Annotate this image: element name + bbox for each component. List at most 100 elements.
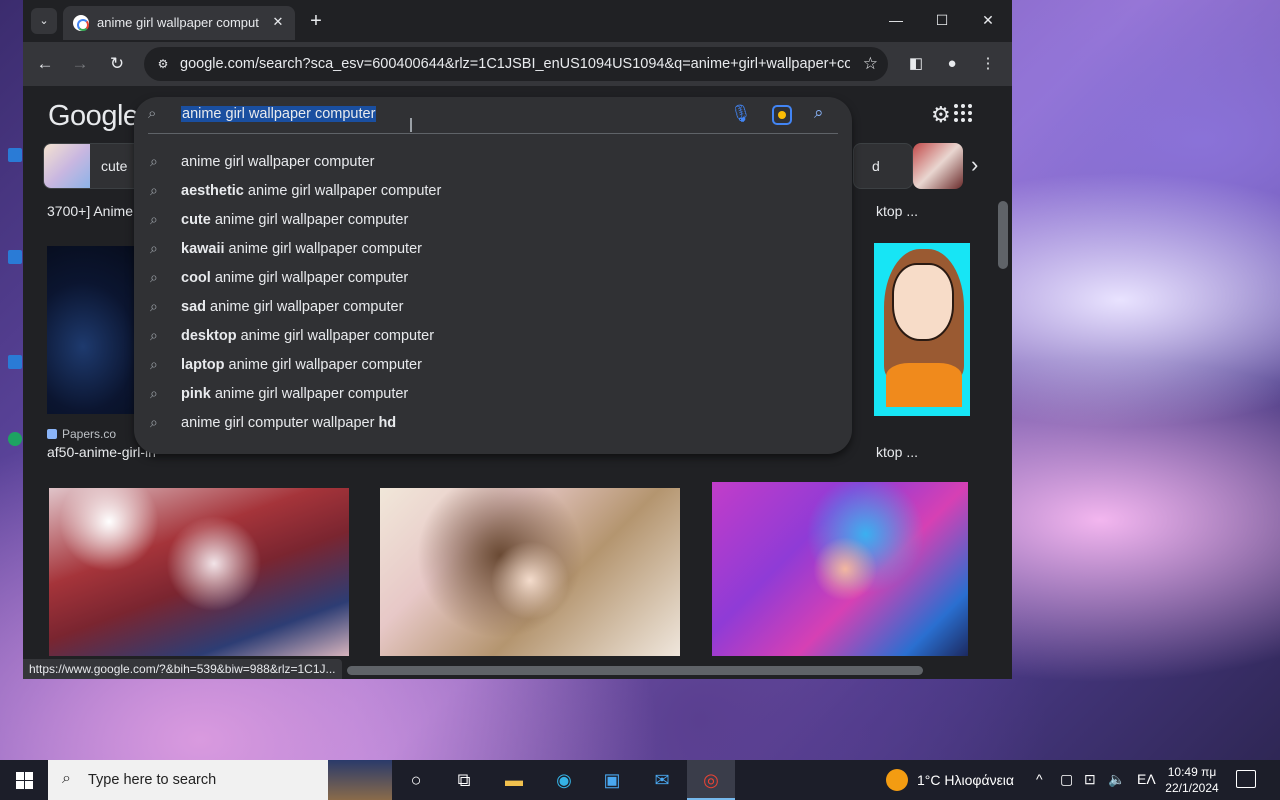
filter-chip-image[interactable] [913,143,963,189]
suggestion-text: pink anime girl wallpaper computer [181,386,409,402]
forward-button[interactable]: → [68,52,92,76]
side-panel-icon[interactable]: ◧ [904,52,928,76]
search-icon: ⌕ [150,153,158,169]
result-image[interactable] [380,488,680,656]
suggestion-item[interactable]: ⌕ pink anime girl wallpaper computer [134,380,852,409]
suggestion-text: anime girl wallpaper computer [181,154,375,170]
suggestion-text: kawaii anime girl wallpaper computer [181,241,422,257]
google-lens-icon[interactable] [772,105,792,125]
bookmark-star-icon[interactable]: ☆ [863,54,878,74]
google-logo[interactable]: Google [48,100,139,133]
site-info-icon[interactable]: ⚙ [154,55,172,73]
reload-button[interactable]: ↻ [105,52,129,76]
result-caption[interactable]: ktop ... [876,444,918,460]
result-image[interactable] [712,482,968,656]
show-hidden-icons-chevron-icon[interactable]: ^ [1036,771,1043,787]
search-icon: ⌕ [150,327,158,343]
weather-text[interactable]: 1°C Ηλιοφάνεια [917,772,1014,788]
suggestion-item[interactable]: ⌕ anime girl computer wallpaper hd [134,409,852,438]
search-icon: ⌕ [150,269,158,285]
divider [148,133,838,134]
suggestion-item[interactable]: ⌕ kawaii anime girl wallpaper computer [134,235,852,264]
suggestion-text: anime girl computer wallpaper hd [181,415,397,431]
new-tab-button[interactable]: + [305,10,327,32]
browser-toolbar: ← → ↻ ⚙ google.com/search?sca_esv=600400… [23,42,1012,86]
minimize-button[interactable]: — [873,6,919,34]
search-icon: ⌕ [150,385,158,401]
clock[interactable]: 10:49 πμ 22/1/2024 [1160,764,1224,796]
illustration-face [892,263,954,341]
taskbar-search-placeholder: Type here to search [88,772,217,788]
result-source[interactable]: Papers.co [47,427,116,441]
meet-now-icon[interactable]: ▢ [1060,771,1073,788]
vertical-scrollbar[interactable] [995,86,1012,662]
search-icon: ⌕ [148,105,157,122]
tab-bar: ⌄ anime girl wallpaper computer ✕ + — ☐ … [23,0,1012,42]
chrome-icon[interactable]: ◎ [687,760,735,800]
desktop-shortcut-icon[interactable] [8,148,22,162]
volume-muted-icon[interactable]: 🔈 [1108,771,1125,788]
google-favicon-icon [73,15,89,31]
filter-chip-cute[interactable]: cute [43,143,148,189]
cortana-icon[interactable]: ○ [392,760,440,800]
search-suggestions-panel: ⌕ anime girl wallpaper computer 🎙 ⌕ ⌕ ani… [134,97,852,454]
filter-chip[interactable]: d [853,143,913,189]
search-icon: ⌕ [150,240,158,256]
network-icon[interactable]: ⊡ [1084,771,1096,788]
close-window-button[interactable]: ✕ [965,6,1011,34]
search-box[interactable]: ⌕ anime girl wallpaper computer 🎙 ⌕ [134,97,852,133]
suggestion-item[interactable]: ⌕ cool anime girl wallpaper computer [134,264,852,293]
back-button[interactable]: ← [33,52,57,76]
search-icon: ⌕ [150,182,158,198]
result-image[interactable] [49,488,349,656]
edge-icon[interactable]: ◉ [540,760,588,800]
suggestion-text: aesthetic anime girl wallpaper computer [181,183,442,199]
address-bar[interactable]: ⚙ google.com/search?sca_esv=600400644&rl… [144,47,888,81]
scrollbar-thumb[interactable] [998,201,1008,269]
search-icon: ⌕ [150,211,158,227]
desktop-shortcut-icon[interactable] [8,355,22,369]
scrollbar-thumb[interactable] [347,666,923,675]
suggestion-item[interactable]: ⌕ anime girl wallpaper computer [134,148,852,177]
result-caption[interactable]: ktop ... [876,203,918,219]
suggestion-item[interactable]: ⌕ aesthetic anime girl wallpaper computer [134,177,852,206]
search-icon: ⌕ [150,356,158,372]
chip-thumbnail [44,144,90,188]
result-image[interactable] [874,243,970,416]
voice-search-icon[interactable]: 🎙 [730,104,752,124]
start-button[interactable] [0,760,48,800]
mail-icon[interactable]: ✉ [638,760,686,800]
tab-close-icon[interactable]: ✕ [269,13,287,31]
google-apps-icon[interactable] [954,104,972,122]
suggestion-text: cool anime girl wallpaper computer [181,270,409,286]
clock-date: 22/1/2024 [1165,781,1219,795]
menu-kebab-icon[interactable]: ⋮ [976,52,1000,76]
chevron-right-icon[interactable]: › [971,152,978,178]
settings-gear-icon[interactable]: ⚙ [931,102,951,128]
input-language[interactable]: ΕΛ [1137,771,1156,787]
desktop-shortcut-icon[interactable] [8,432,22,446]
search-icon: ⌕ [62,770,71,787]
desktop-shortcut-icon[interactable] [8,250,22,264]
suggestion-item[interactable]: ⌕ cute anime girl wallpaper computer [134,206,852,235]
chip-label: cute [101,158,128,174]
url-text[interactable]: google.com/search?sca_esv=600400644&rlz=… [180,56,850,72]
search-input[interactable]: anime girl wallpaper computer [181,106,377,122]
active-tab[interactable]: anime girl wallpaper computer ✕ [63,6,295,40]
tab-search-button[interactable]: ⌄ [31,8,57,34]
taskbar-search-box[interactable]: ⌕ Type here to search [48,760,392,800]
profile-icon[interactable]: ● [940,52,964,76]
tab-title: anime girl wallpaper computer [97,15,259,30]
weather-sun-icon[interactable] [886,769,908,791]
suggestion-item[interactable]: ⌕ desktop anime girl wallpaper computer [134,322,852,351]
notifications-icon[interactable] [1236,770,1256,788]
suggestion-item[interactable]: ⌕ laptop anime girl wallpaper computer [134,351,852,380]
search-icon: ⌕ [150,414,158,430]
suggestion-text: cute anime girl wallpaper computer [181,212,409,228]
suggestion-item[interactable]: ⌕ sad anime girl wallpaper computer [134,293,852,322]
search-button-icon[interactable]: ⌕ [814,103,824,123]
store-icon[interactable]: ▣ [588,760,636,800]
task-view-icon[interactable]: ⧉ [440,760,488,800]
file-explorer-icon[interactable]: ▬ [490,760,538,800]
maximize-button[interactable]: ☐ [919,6,965,34]
